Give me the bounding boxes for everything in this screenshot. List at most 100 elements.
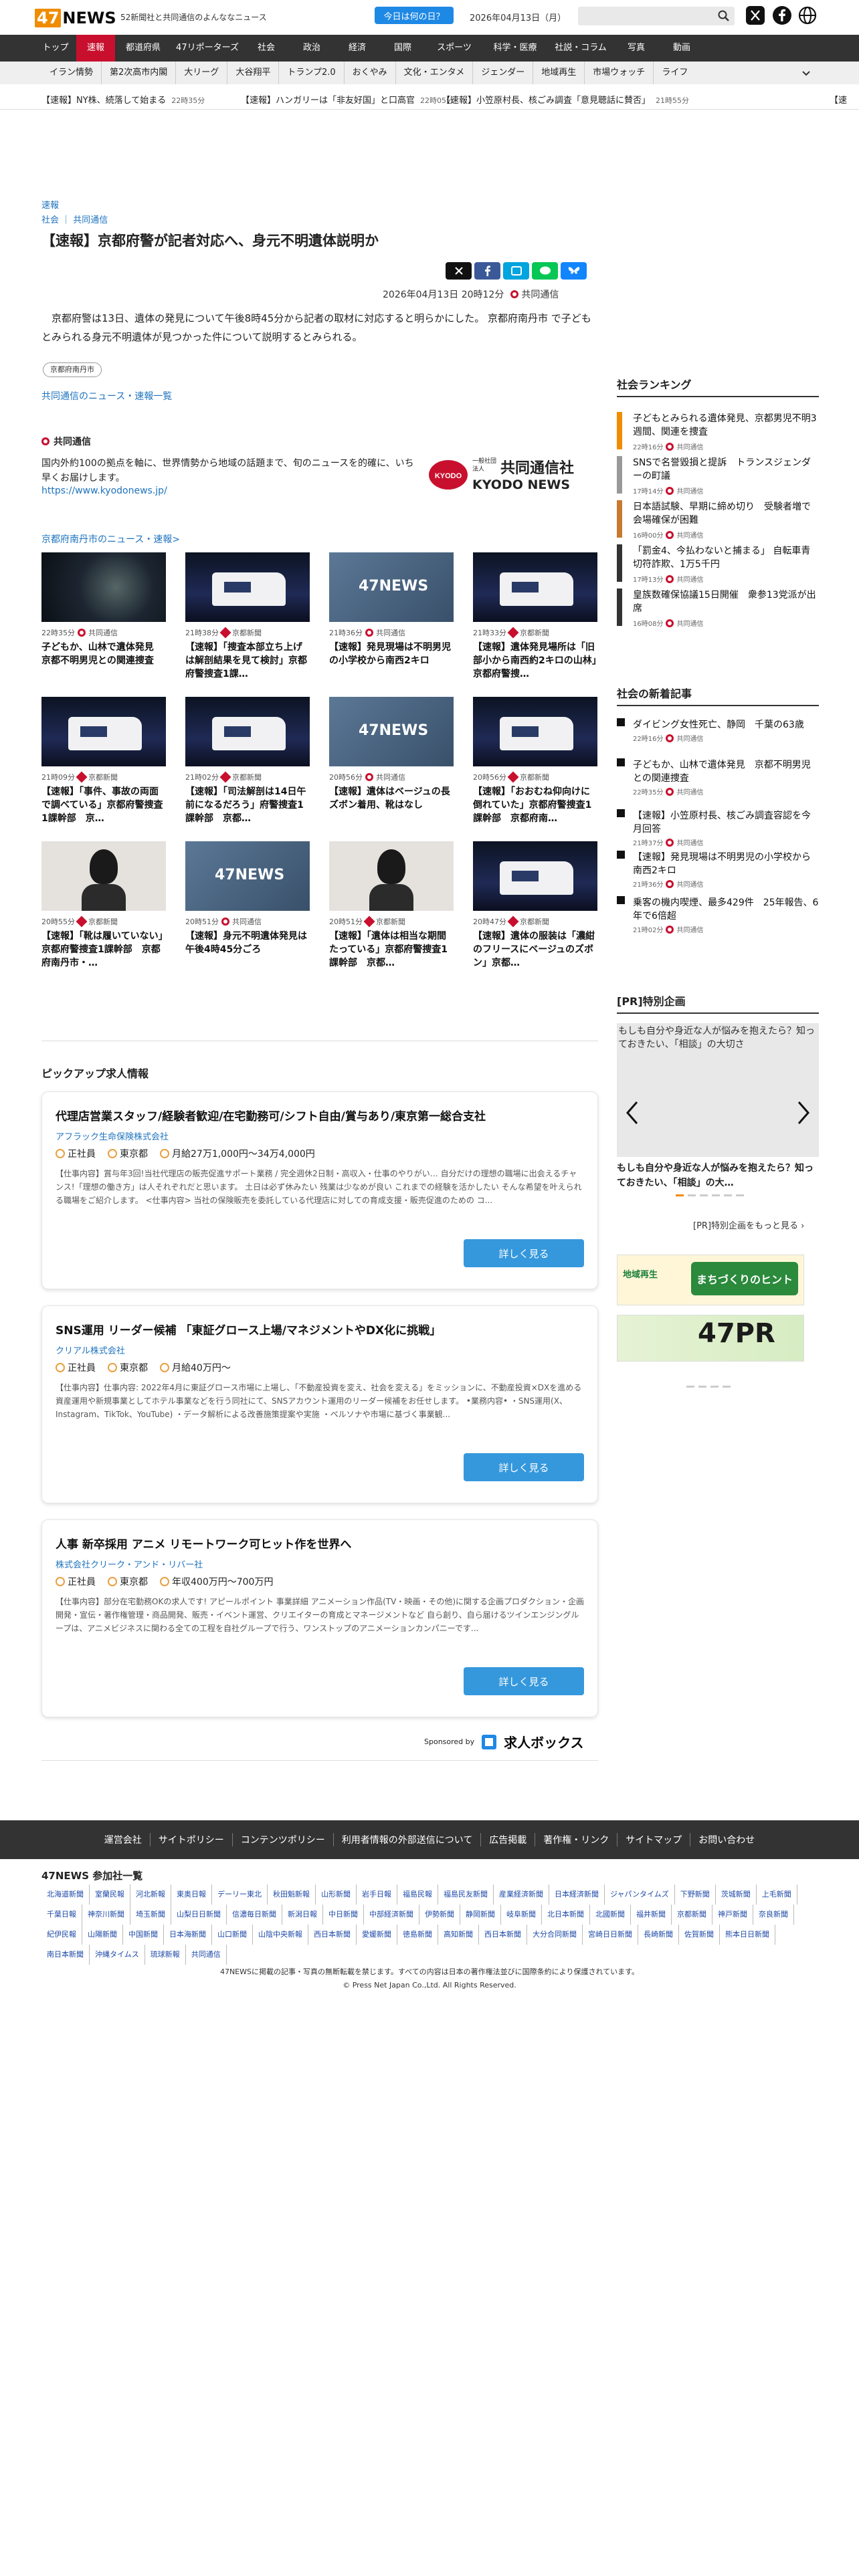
search-input[interactable] (578, 7, 735, 25)
new-article-item[interactable]: 乗客の機内喫煙、最多429件 25年報告、6年で6倍超 21時02分 共同通信 (617, 896, 819, 935)
participant-link[interactable]: 高知新聞 (438, 1925, 479, 1945)
participant-link[interactable]: 北海道新聞 (41, 1885, 90, 1905)
participant-link[interactable]: 岩手日報 (357, 1885, 397, 1905)
share-x-button[interactable] (446, 262, 472, 280)
nav-item[interactable]: 社会 (244, 35, 289, 62)
participant-link[interactable]: 西日本新聞 (308, 1925, 357, 1945)
ticker-item[interactable]: 【速報】ハンガリーは「非友好国」と口高官 22時05分 (241, 93, 454, 106)
kyodo-logo[interactable]: KYODO 一般社団法人 共同通信社 KYODO NEWS (428, 455, 597, 494)
job-title[interactable]: SNS運用 リーダー候補 「東証グロース上場/マネジメントやDX化に挑戦」 (56, 1321, 441, 1337)
nav-item[interactable]: 動画 (658, 35, 705, 62)
participant-link[interactable]: 北國新聞 (590, 1905, 631, 1925)
footer-link[interactable]: 運営会社 (96, 1833, 151, 1846)
sponsor-name[interactable]: 求人ボックス (504, 1732, 583, 1751)
topic-item[interactable]: 大リーグ (176, 62, 228, 84)
47pr-banner[interactable]: 47PR (617, 1315, 804, 1362)
news-card[interactable]: 21時09分 京都新聞 【速報】「事件、事故の両面で調べている」京都府警捜査1課幹部… (41, 697, 166, 825)
carousel-next-icon[interactable] (796, 1099, 811, 1126)
participant-link[interactable]: 茨城新聞 (716, 1885, 757, 1905)
facebook-icon[interactable] (772, 5, 792, 25)
participant-link[interactable]: 中日新聞 (323, 1905, 364, 1925)
ticker-item[interactable]: 【速報】小笠原村長、核ごみ調査「意見聴話に賛否」 21時55分 (442, 93, 689, 106)
pr-carousel[interactable]: もしも自分や身近な人が悩みを抱えたら？知っておきたい、「相談」の大切さ (617, 1023, 819, 1157)
news-card[interactable]: 20時55分 京都新聞 【速報】「靴は履いていない」京都府警捜査1課幹部 京都府南丹… (41, 841, 166, 970)
news-card[interactable]: 20時56分 共同通信【速報】遺体はベージュの長ズボン着用、靴はなし (329, 697, 454, 812)
participant-link[interactable]: 熊本日日新聞 (720, 1925, 775, 1945)
participant-link[interactable]: 福井新聞 (631, 1905, 672, 1925)
participant-link[interactable]: 沖縄タイムス (90, 1945, 145, 1965)
participant-link[interactable]: 神戸新聞 (712, 1905, 753, 1925)
participant-link[interactable]: 日本海新聞 (164, 1925, 212, 1945)
job-company[interactable]: 株式会社クリーク・アンド・リバー社 (56, 1558, 203, 1570)
participant-link[interactable]: 長崎新聞 (638, 1925, 679, 1945)
job-detail-button[interactable]: 詳しく見る (464, 1667, 584, 1695)
topic-item[interactable]: 地域再生 (533, 62, 585, 84)
participant-link[interactable]: 福島民報 (397, 1885, 438, 1905)
nav-item[interactable]: 都道府県 (115, 35, 171, 62)
participant-link[interactable]: 埼玉新聞 (130, 1905, 171, 1925)
local-news-link[interactable]: 京都府南丹市のニュース・速報> (41, 532, 180, 546)
topic-item[interactable]: おくやみ (345, 62, 396, 84)
topic-item[interactable]: 大谷翔平 (227, 62, 280, 84)
participant-link[interactable]: 南日本新聞 (41, 1945, 90, 1965)
participant-link[interactable]: 神奈川新聞 (82, 1905, 130, 1925)
participant-link[interactable]: 上毛新聞 (757, 1885, 797, 1905)
nav-item[interactable]: 速報 (76, 35, 115, 62)
x-icon[interactable] (745, 5, 765, 25)
footer-link[interactable]: コンテンツポリシー (233, 1833, 334, 1846)
ranking-item[interactable]: SNSで名誉毀損と提訴 トランスジェンダーの町議 17時14分 共同通信 (617, 456, 819, 498)
participant-link[interactable]: 大分合同新聞 (527, 1925, 583, 1945)
participant-link[interactable]: 山陽新聞 (82, 1925, 123, 1945)
participant-link[interactable]: 伊勢新聞 (419, 1905, 460, 1925)
participant-link[interactable]: 秋田魁新報 (268, 1885, 316, 1905)
nav-item[interactable]: トップ (35, 35, 76, 62)
participant-link[interactable]: 徳島新聞 (397, 1925, 438, 1945)
search-icon[interactable] (717, 9, 731, 23)
pr-more-link[interactable]: [PR]特別企画をもっと見る › (693, 1218, 804, 1231)
participant-link[interactable]: 千葉日報 (41, 1905, 82, 1925)
job-company[interactable]: アフラック生命保険株式会社 (56, 1130, 169, 1142)
nav-item[interactable]: 政治 (289, 35, 335, 62)
topic-item[interactable]: 第2次高市内閣 (102, 62, 177, 84)
topic-item[interactable]: 文化・エンタメ (396, 62, 474, 84)
participant-link[interactable]: 新潟日報 (282, 1905, 323, 1925)
ticker-item[interactable]: 【速報】NY株、続落して始まる 22時35分 (41, 93, 205, 106)
breadcrumb-social[interactable]: 社会 (41, 215, 59, 225)
nav-item[interactable]: 国際 (380, 35, 425, 62)
kyodo-url-link[interactable]: https://www.kyodonews.jp/ (41, 486, 167, 496)
participant-link[interactable]: 中国新聞 (123, 1925, 164, 1945)
nav-item[interactable]: スポーツ (425, 35, 483, 62)
nav-item[interactable]: 社説・コラム (547, 35, 614, 62)
chevron-down-icon[interactable] (800, 67, 812, 79)
participant-link[interactable]: 山梨日日新聞 (171, 1905, 227, 1925)
breadcrumb-kyodo[interactable]: 共同通信 (73, 215, 108, 225)
participant-link[interactable]: 室蘭民報 (90, 1885, 130, 1905)
footer-link[interactable]: 広告掲載 (481, 1833, 536, 1846)
globe-icon[interactable] (797, 5, 818, 25)
topic-item[interactable]: イラン情勢 (41, 62, 102, 84)
nav-item[interactable]: 経済 (335, 35, 380, 62)
share-bluesky-button[interactable] (561, 262, 587, 280)
article-category[interactable]: 速報 (41, 198, 59, 211)
news-card[interactable]: 20時56分 京都新聞 【速報】「おおむね仰向けに倒れていた」京都府警捜査1課幹部 … (473, 697, 597, 825)
share-hatena-button[interactable] (503, 262, 529, 280)
topic-item[interactable]: ジェンダー (473, 62, 534, 84)
topic-item[interactable]: トランプ2.0 (279, 62, 345, 84)
machizukuri-banner[interactable]: 地域再生 まちづくりのヒント (617, 1255, 804, 1305)
participant-link[interactable]: 共同通信 (186, 1945, 227, 1965)
participant-link[interactable]: 琉球新報 (145, 1945, 186, 1965)
carousel-prev-icon[interactable] (625, 1099, 640, 1126)
participant-link[interactable]: 日本経済新聞 (549, 1885, 605, 1905)
participant-link[interactable]: 山形新聞 (316, 1885, 357, 1905)
participant-link[interactable]: 宮崎日日新聞 (583, 1925, 638, 1945)
participant-link[interactable]: 奈良新聞 (753, 1905, 794, 1925)
pr-caption[interactable]: もしも自分や身近な人が悩みを抱えたら？知っておきたい、「相談」の大… (617, 1161, 819, 1190)
participant-link[interactable]: 京都新聞 (672, 1905, 712, 1925)
ranking-item[interactable]: 皇族数確保協議15日開催 衆参13党派が出席 16時08分 共同通信 (617, 588, 819, 630)
ticker-item[interactable]: 【速 (830, 93, 852, 106)
news-card[interactable]: 20時51分 京都新聞 【速報】「遺体は相当な期間たっている」京都府警捜査1課幹部 … (329, 841, 454, 970)
ranking-item[interactable]: 子どもとみられる遺体発見、京都男児不明3週間、関連を捜査 22時16分 共同通信 (617, 412, 819, 453)
participant-link[interactable]: 下野新聞 (675, 1885, 716, 1905)
nav-item[interactable]: 科学・医療 (483, 35, 547, 62)
participant-link[interactable]: 東奥日報 (171, 1885, 212, 1905)
